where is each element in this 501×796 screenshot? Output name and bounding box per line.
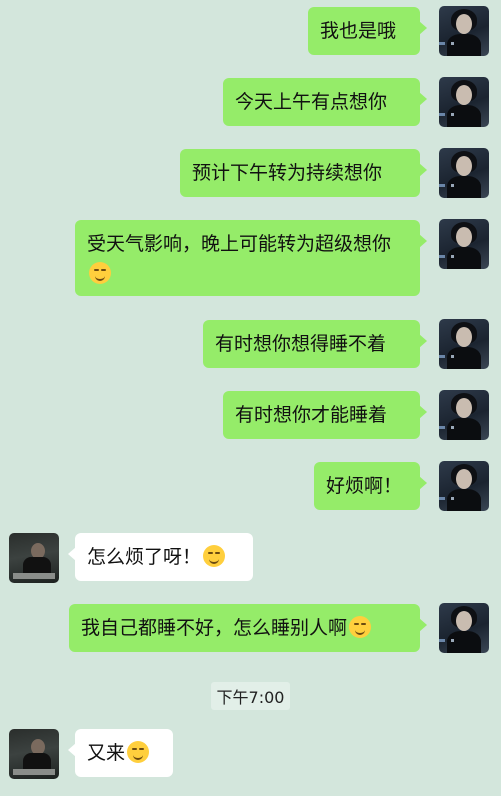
message-bubble[interactable]: 又来 bbox=[68, 729, 173, 777]
message-text: 今天上午有点想你 bbox=[235, 91, 388, 113]
message-bubble[interactable]: 预计下午转为持续想你 bbox=[180, 149, 427, 197]
my-avatar[interactable] bbox=[439, 6, 489, 56]
message-bubble[interactable]: 今天上午有点想你 bbox=[223, 78, 427, 126]
smiling-face-icon bbox=[89, 262, 111, 284]
message-text: 有时想你才能睡着 bbox=[235, 404, 388, 426]
my-avatar[interactable] bbox=[439, 461, 489, 511]
message-text: 受天气影响，晚上可能转为超级想你 bbox=[87, 233, 392, 255]
laughing-crying-face-icon bbox=[127, 741, 150, 763]
my-avatar[interactable] bbox=[439, 219, 489, 269]
message-bubble[interactable]: 好烦啊！ bbox=[314, 462, 427, 510]
message-bubble[interactable]: 我自己都睡不好，怎么睡别人啊 bbox=[69, 604, 427, 652]
message-text: 预计下午转为持续想你 bbox=[192, 162, 383, 184]
message-text: 我也是哦 bbox=[320, 20, 397, 42]
my-avatar[interactable] bbox=[439, 148, 489, 198]
message-text: 怎么烦了呀！ bbox=[87, 546, 202, 568]
message-bubble[interactable]: 怎么烦了呀！ bbox=[68, 533, 253, 581]
timestamp: 下午7:00 bbox=[210, 682, 291, 710]
message-bubble[interactable]: 我也是哦 bbox=[308, 7, 427, 55]
my-avatar[interactable] bbox=[439, 603, 489, 653]
my-avatar[interactable] bbox=[439, 77, 489, 127]
my-avatar[interactable] bbox=[439, 319, 489, 369]
contact-avatar[interactable] bbox=[9, 729, 59, 779]
message-text: 我自己都睡不好，怎么睡别人啊 bbox=[81, 617, 348, 639]
message-bubble[interactable]: 受天气影响，晚上可能转为超级想你 bbox=[75, 220, 427, 296]
laughing-crying-face-icon bbox=[349, 616, 372, 638]
message-bubble[interactable]: 有时想你想得睡不着 bbox=[203, 320, 427, 368]
message-text: 有时想你想得睡不着 bbox=[215, 333, 387, 355]
laughing-crying-face-icon bbox=[203, 545, 226, 567]
my-avatar[interactable] bbox=[439, 390, 489, 440]
message-text: 好烦啊！ bbox=[326, 475, 403, 497]
contact-avatar[interactable] bbox=[9, 533, 59, 583]
message-text: 又来 bbox=[87, 742, 126, 764]
message-bubble[interactable]: 有时想你才能睡着 bbox=[223, 391, 427, 439]
